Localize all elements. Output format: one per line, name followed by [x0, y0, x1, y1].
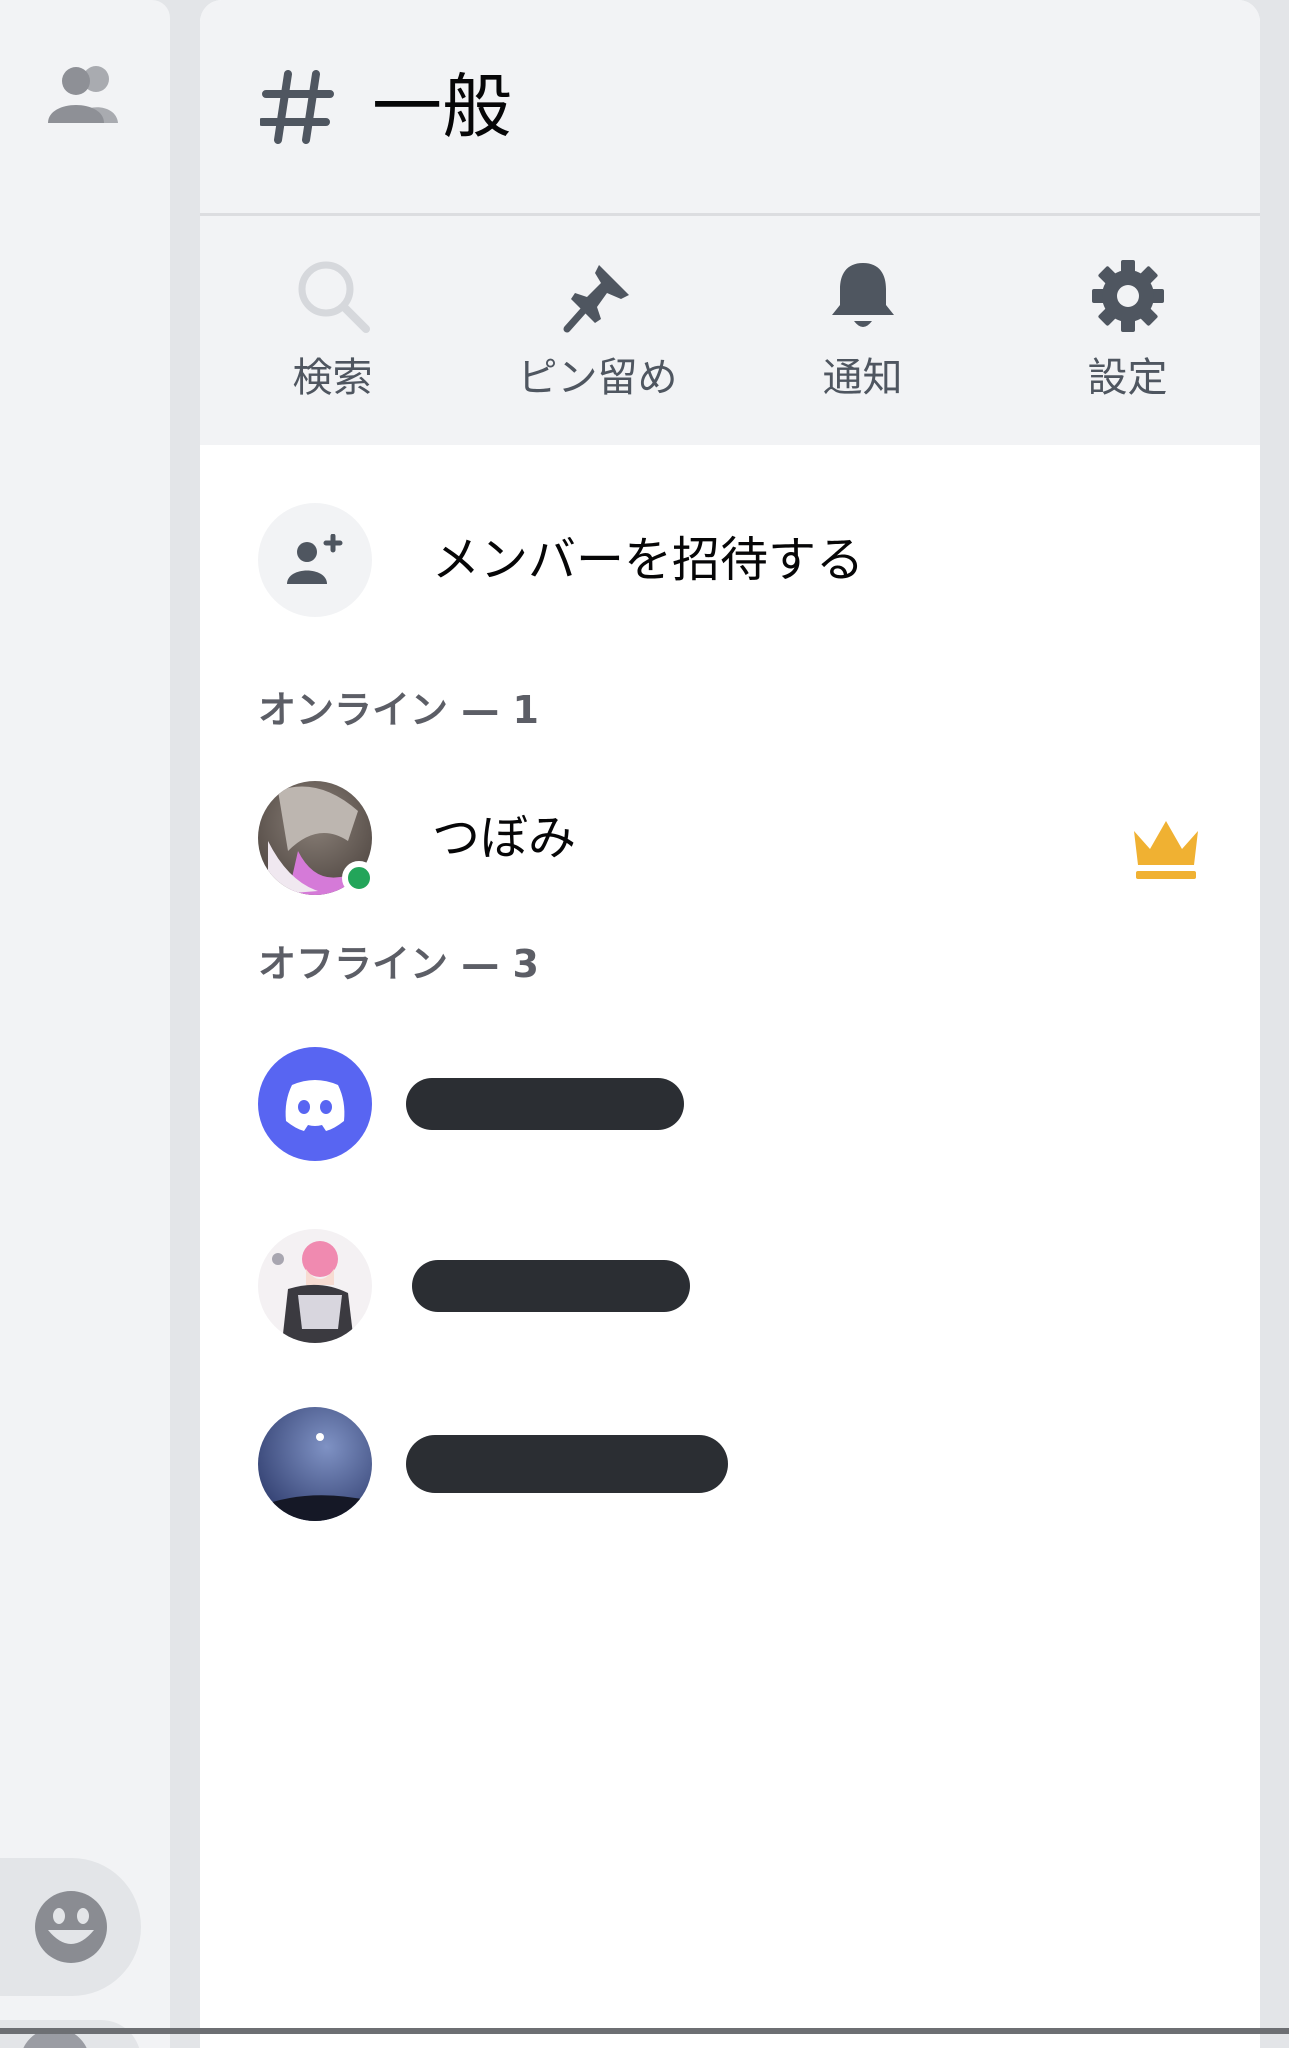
channel-panel: 一般 検索 ピン留め 通知 設定 メンバーを招待する オンライン — 1 つぼみ…: [200, 0, 1260, 2048]
search-label: 検索: [292, 355, 373, 401]
channel-action-bar: 検索 ピン留め 通知 設定: [200, 216, 1260, 445]
avatar: [258, 781, 376, 895]
online-section-heading: オンライン — 1: [258, 688, 539, 732]
member-list: メンバーを招待する オンライン — 1 つぼみ オフライン — 3: [200, 501, 1260, 1523]
redacted-name: [406, 1078, 684, 1130]
channel-title: 一般: [372, 65, 512, 148]
search-icon: [298, 261, 370, 333]
smiley-icon: [34, 1891, 107, 1963]
emoji-peek: [0, 2020, 141, 2048]
bottom-divider: [0, 2028, 1289, 2034]
right-gutter: [1260, 0, 1289, 2048]
discord-logo-icon: [258, 1047, 372, 1161]
notifications-action[interactable]: 通知: [753, 256, 973, 398]
pins-label: ピン留め: [517, 355, 678, 401]
crown-icon: [1134, 821, 1198, 879]
pin-icon: [563, 265, 629, 333]
gear-icon: [1091, 260, 1164, 332]
member-name: つぼみ: [432, 810, 577, 866]
online-status-dot: [342, 861, 376, 895]
avatar: [258, 1229, 372, 1343]
redacted-name: [412, 1260, 690, 1312]
notifications-label: 通知: [822, 355, 903, 401]
avatar-image: [258, 1407, 372, 1521]
add-user-icon: [287, 534, 343, 584]
avatar: [258, 1407, 372, 1521]
settings-label: 設定: [1087, 355, 1168, 401]
member-row[interactable]: [258, 1405, 1260, 1523]
pins-action[interactable]: ピン留め: [488, 256, 708, 398]
avatar: [258, 1047, 372, 1161]
channel-header: 一般: [200, 0, 1260, 216]
invite-members-button[interactable]: メンバーを招待する: [258, 501, 1260, 619]
member-list-toggle[interactable]: [40, 58, 130, 130]
member-row[interactable]: つぼみ: [258, 779, 1260, 897]
members-icon: [48, 66, 118, 123]
avatar-image: [258, 1229, 372, 1343]
redacted-name: [406, 1435, 728, 1493]
left-rail: [0, 0, 170, 2048]
member-row[interactable]: [258, 1045, 1260, 1163]
offline-section-heading: オフライン — 3: [258, 942, 539, 986]
invite-label: メンバーを招待する: [432, 532, 865, 588]
member-row[interactable]: [258, 1227, 1260, 1345]
search-action[interactable]: 検索: [223, 256, 443, 398]
bell-icon: [831, 263, 894, 327]
app-stage: 一般 検索 ピン留め 通知 設定 メンバーを招待する オンライン — 1 つぼみ…: [0, 0, 1289, 2048]
emoji-button[interactable]: [0, 1858, 141, 1996]
settings-action[interactable]: 設定: [1018, 256, 1238, 398]
invite-icon-circle: [258, 503, 372, 617]
hash-icon: [260, 69, 334, 144]
